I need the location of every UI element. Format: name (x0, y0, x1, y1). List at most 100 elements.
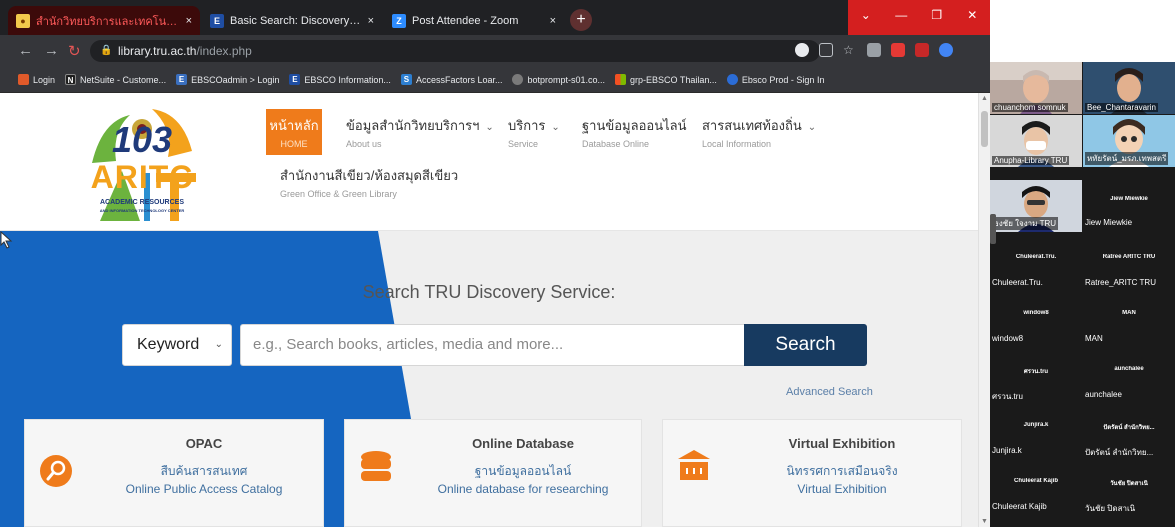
minimize-icon[interactable]: — (884, 0, 920, 35)
bookmark-item[interactable]: botprompt-s01.co... (512, 74, 605, 85)
participant-avatar-text: Junjira.k (1023, 422, 1049, 428)
card-english-link[interactable]: Online Public Access Catalog (85, 482, 323, 496)
bookmark-item[interactable]: N NetSuite - Custome... (65, 74, 166, 85)
bookmark-star-icon[interactable]: ☆ (843, 43, 857, 57)
close-tab-icon[interactable]: × (186, 15, 192, 27)
restore-icon[interactable]: ❐ (919, 0, 955, 35)
search-button[interactable]: Search (744, 324, 867, 366)
database-icon (361, 451, 391, 481)
participant-tile[interactable]: Chuleerat.Tru. Chuleerat.Tru. (990, 248, 1082, 300)
nav-home[interactable]: หน้าหลัก HOME (266, 109, 322, 155)
participant-name: aunchalee (1085, 390, 1122, 399)
aritc-logo[interactable]: 103 ARITC ACADEMIC RESOURCES AND INFORMA… (82, 101, 202, 225)
card-thai-link[interactable]: ฐานข้อมูลออนไลน์ (405, 462, 641, 481)
close-tab-icon[interactable]: × (550, 15, 556, 27)
card-title: OPAC (185, 436, 223, 451)
participant-name: chuanchom somnuk (992, 103, 1068, 112)
bookmark-item[interactable]: E EBSCOadmin > Login (176, 74, 279, 85)
forward-arrow-icon[interactable]: → (44, 42, 59, 59)
participant-tile[interactable]: chuanchom somnuk (990, 62, 1082, 114)
card-english-link[interactable]: Virtual Exhibition (723, 482, 961, 496)
advanced-search-link[interactable]: Advanced Search (786, 386, 873, 398)
participant-tile[interactable]: วันชัย ปิดสาเนิ วันชัย ปิดสาเนิ (1083, 472, 1175, 524)
share-icon[interactable] (819, 43, 833, 57)
bookmark-item[interactable]: Ebsco Prod - Sign In (726, 74, 824, 85)
browser-window: ● สำนักวิทยบริการและเทคโนโลยีสารสนเทศ × … (0, 0, 990, 527)
square-extension-icon[interactable] (915, 43, 929, 57)
nav-local-information[interactable]: สารสนเทศท้องถิ่น ⌄ Local Information (702, 115, 816, 149)
participant-name: Jiew Miewkie (1085, 218, 1133, 227)
ebsco-favicon-icon: E (210, 13, 224, 28)
museum-icon (678, 450, 710, 480)
participant-tile[interactable]: Jiew Miewkie Jiew Miewkie (1083, 180, 1175, 232)
tab-title: สำนักวิทยบริการและเทคโนโลยีสารสนเทศ (36, 15, 180, 28)
tab-ebsco[interactable]: E Basic Search: Discovery Service f... × (202, 6, 382, 35)
bookmark-item[interactable]: S AccessFactors Loar... (400, 74, 502, 85)
participant-tile[interactable]: ศรวน.tru ศรวน.tru (990, 360, 1082, 412)
scroll-down-icon[interactable]: ▼ (981, 518, 988, 525)
participant-avatar-text: Jiew Miewkie (1110, 196, 1148, 202)
scrollbar-thumb[interactable] (981, 111, 988, 147)
search-input[interactable]: e.g., Search books, articles, media and … (240, 324, 746, 366)
logo-line2: AND INFORMATION TECHNOLOGY CENTER (99, 208, 185, 213)
virtual-exhibition-card[interactable]: Virtual Exhibition นิทรรศการเสมือนจริง V… (662, 419, 962, 527)
participant-tile[interactable]: window8 window8 (990, 304, 1082, 356)
close-window-icon[interactable]: ✕ (955, 0, 991, 35)
bookmark-item[interactable]: Login (18, 74, 55, 85)
participant-tile[interactable]: Anupha-Library TRU (990, 115, 1082, 167)
tab-title: Basic Search: Discovery Service f... (230, 14, 362, 27)
search-field-select[interactable]: Keyword ⌄ (122, 324, 232, 366)
lock-icon: 🔒 (100, 45, 113, 56)
nav-database-online[interactable]: ฐานข้อมูลออนไลน์ Database Online (582, 115, 686, 149)
bookmark-item[interactable]: grp-EBSCO Thailan... (615, 74, 717, 85)
tab-search-icon[interactable]: ⌄ (848, 0, 884, 35)
back-arrow-icon[interactable]: ← (18, 42, 33, 59)
bookmarks-bar: Login N NetSuite - Custome... E EBSCOadmin… (0, 67, 990, 93)
tab-library[interactable]: ● สำนักวิทยบริการและเทคโนโลยีสารสนเทศ × (8, 6, 200, 35)
library-favicon-icon: ● (16, 13, 30, 28)
tab-bar: ● สำนักวิทยบริการและเทคโนโลยีสารสนเทศ × … (0, 0, 990, 35)
opac-card[interactable]: OPAC สืบค้นสารสนเทศ Online Public Access… (24, 419, 324, 527)
card-thai-link[interactable]: นิทรรศการเสมือนจริง (723, 462, 961, 481)
tab-zoom[interactable]: Z Post Attendee - Zoom × (384, 6, 564, 35)
successfactors-icon: S (400, 74, 412, 85)
scroll-up-icon[interactable]: ▲ (981, 95, 988, 102)
chevron-down-icon: ⌄ (485, 122, 494, 133)
page-scrollbar[interactable]: ▲ ▼ (978, 93, 990, 527)
address-bar-row: ← → ↻ 🔒 library.tru.ac.th/index.php ☆ (0, 35, 990, 67)
participant-tile[interactable]: หทัยรัตน์_มรภ.เทพสตรี (1083, 115, 1175, 167)
participant-name: Bee_Chantaravarin (1085, 103, 1158, 112)
participant-tile[interactable]: MAN MAN (1083, 304, 1175, 356)
reload-icon[interactable]: ↻ (68, 42, 81, 60)
card-thai-link[interactable]: สืบค้นสารสนเทศ (85, 462, 323, 481)
close-tab-icon[interactable]: × (368, 15, 374, 27)
online-database-card[interactable]: Online Database ฐานข้อมูลออนไลน์ Online … (344, 419, 642, 527)
participant-tile[interactable]: Ratree ARITC TRU Ratree_ARITC TRU (1083, 248, 1175, 300)
nav-service[interactable]: บริการ ⌄ Service (508, 115, 560, 149)
participant-name: ปัตรัตน์ สำนักวิทย... (1085, 448, 1154, 457)
participant-tile[interactable]: aunchalee aunchalee (1083, 360, 1175, 412)
web-page: 103 ARITC ACADEMIC RESOURCES AND INFORMA… (0, 93, 990, 527)
participant-tile[interactable]: ธงชัย ใจงาม TRU (990, 180, 1082, 232)
url-input[interactable]: 🔒 library.tru.ac.th/index.php (90, 40, 820, 62)
nav-about[interactable]: ข้อมูลสำนักวิทยบริการฯ ⌄ About us (346, 115, 494, 149)
bookmark-favicon-icon (18, 74, 29, 85)
zoom-panel-scrollbar[interactable] (990, 214, 996, 244)
participant-name: วันชัย ปิดสาเนิ (1085, 504, 1136, 513)
google-lens-icon[interactable] (795, 43, 809, 57)
participant-tile[interactable]: Bee_Chantaravarin (1083, 62, 1175, 114)
participant-avatar-text: Chuleerat Kajib (1013, 478, 1058, 484)
search-hero: Search TRU Discovery Service: Keyword ⌄ … (0, 231, 978, 527)
participant-tile[interactable]: Chuleerat Kajib Chuleerat Kajib (990, 472, 1082, 524)
participant-name: ธงชัย ใจงาม TRU (992, 217, 1059, 230)
card-english-link[interactable]: Online database for researching (405, 482, 641, 496)
participant-tile[interactable]: ปัตรัตน์ สำนักวิทย... ปัตรัตน์ สำนักวิทย… (1083, 416, 1175, 468)
participant-tile[interactable]: Junjira.k Junjira.k (990, 416, 1082, 468)
nav-green-office[interactable]: สำนักงานสีเขียว/ห้องสมุดสีเขียว Green Of… (280, 165, 458, 199)
bookmark-item[interactable]: E EBSCO Information... (289, 74, 391, 85)
profile-avatar-icon[interactable] (939, 43, 953, 57)
new-tab-button[interactable]: + (570, 9, 592, 31)
screen: ● สำนักวิทยบริการและเทคโนโลยีสารสนเทศ × … (0, 0, 1175, 527)
red-extension-icon[interactable] (891, 43, 905, 57)
qr-extension-icon[interactable] (867, 43, 881, 57)
